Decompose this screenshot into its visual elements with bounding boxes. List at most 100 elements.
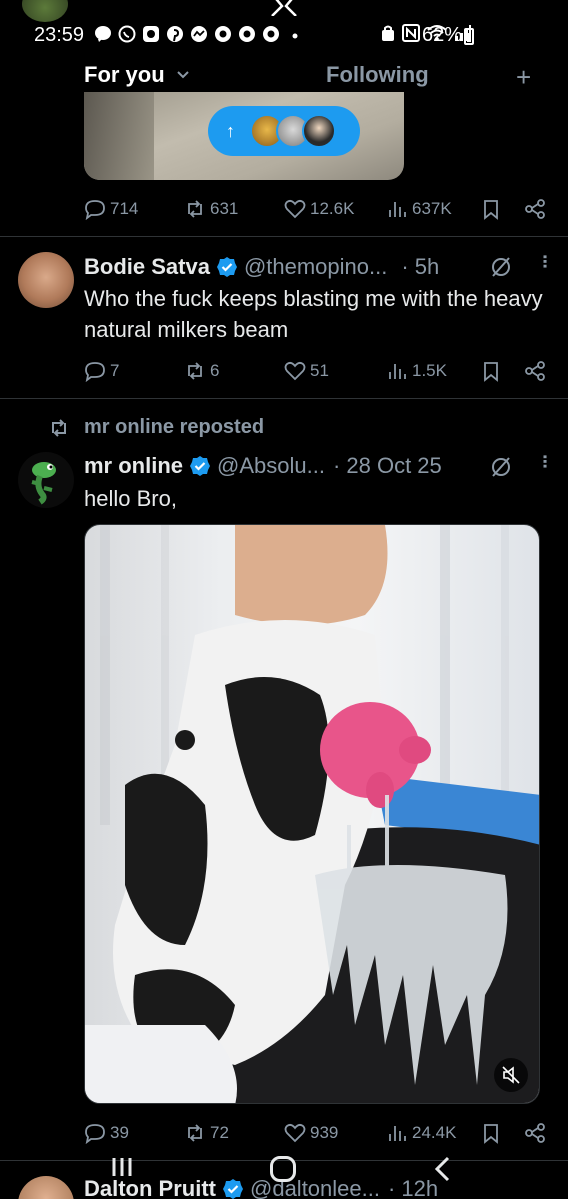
- mute-button[interactable]: [494, 1058, 528, 1092]
- repost-icon: [188, 200, 202, 218]
- bookmark-button[interactable]: [480, 194, 502, 224]
- reply-button[interactable]: 7: [84, 356, 119, 386]
- more-options-icon[interactable]: ···: [532, 454, 555, 468]
- signal-icon: [142, 24, 160, 44]
- heart-icon: [284, 199, 306, 219]
- messenger-icon: [94, 24, 112, 44]
- heart-icon: [284, 1123, 306, 1143]
- views-icon: [389, 364, 406, 379]
- recent-apps-icon[interactable]: [110, 1156, 134, 1178]
- heart-icon: [284, 361, 306, 381]
- c-app-icon: [214, 24, 232, 44]
- author-handle[interactable]: @themopino...: [244, 254, 387, 280]
- reply-button[interactable]: 714: [84, 194, 138, 224]
- video-frame: [85, 525, 539, 1103]
- profile-avatar-partial[interactable]: [22, 0, 68, 22]
- verified-badge-icon: [216, 257, 237, 277]
- post-text: hello Bro,: [84, 486, 177, 511]
- tab-for-you[interactable]: For you: [84, 62, 165, 88]
- reply-icon: [85, 200, 105, 220]
- whatsapp-icon: [118, 24, 136, 44]
- speaker-muted-icon: [502, 1066, 520, 1084]
- repost-indicator[interactable]: mr online reposted: [48, 416, 264, 439]
- bookmark-button[interactable]: [480, 356, 502, 386]
- repost-icon: [52, 418, 66, 437]
- views-button[interactable]: 637K: [386, 194, 452, 224]
- nfc-icon: [402, 24, 420, 47]
- view-count: 637K: [412, 199, 452, 218]
- repost-count: 72: [210, 1123, 229, 1142]
- author-handle[interactable]: @Absolu...: [217, 453, 325, 479]
- reply-button[interactable]: 39: [84, 1118, 129, 1148]
- share-button[interactable]: [524, 194, 546, 224]
- post-time[interactable]: · 5h: [401, 254, 439, 280]
- post-text: Who the fuck keeps blasting me with the …: [84, 286, 543, 342]
- reply-icon: [85, 1124, 105, 1144]
- battery-percent: 62%: [422, 24, 463, 46]
- like-button[interactable]: 12.6K: [284, 194, 354, 224]
- system-nav-bar: [0, 1150, 568, 1199]
- reply-count: 7: [110, 361, 120, 380]
- view-count: 1.5K: [412, 361, 447, 380]
- author-name[interactable]: Bodie Satva: [84, 254, 210, 280]
- grok-icon[interactable]: [490, 456, 512, 478]
- like-button[interactable]: 51: [284, 356, 329, 386]
- repost-count: 6: [210, 361, 220, 380]
- repost-button[interactable]: 6: [184, 356, 219, 386]
- avatar[interactable]: [18, 252, 74, 308]
- views-button[interactable]: 24.4K: [386, 1118, 456, 1148]
- avatar[interactable]: [18, 452, 74, 508]
- share-button[interactable]: [524, 1118, 546, 1148]
- post-actions: 714 631 12.6K 637K: [84, 194, 554, 224]
- post-header: Bodie Satva @themopino... · 5h: [84, 254, 439, 280]
- divider: [0, 236, 568, 237]
- notification-icons: [94, 24, 304, 44]
- post-time[interactable]: · 28 Oct 25: [333, 453, 442, 479]
- tab-following[interactable]: Following: [326, 62, 429, 88]
- post-header: mr online @Absolu... · 28 Oct 25: [84, 453, 442, 479]
- c-app-icon: [262, 24, 280, 44]
- timeline-tabs: For you Following +: [0, 56, 568, 96]
- views-button[interactable]: 1.5K: [386, 356, 447, 386]
- like-count: 51: [310, 361, 329, 380]
- verified-badge-icon: [190, 456, 211, 476]
- divider: [0, 398, 568, 399]
- more-options-icon[interactable]: ···: [532, 254, 555, 268]
- dot-icon: [286, 24, 304, 44]
- post-video[interactable]: [84, 524, 540, 1104]
- back-icon[interactable]: [432, 1156, 454, 1182]
- repost-button[interactable]: 72: [184, 1118, 229, 1148]
- reply-count: 39: [110, 1123, 129, 1142]
- share-icon: [525, 361, 545, 381]
- like-count: 939: [310, 1123, 339, 1142]
- avatar: [302, 114, 336, 148]
- chevron-down-icon[interactable]: [176, 68, 190, 82]
- like-button[interactable]: 939: [284, 1118, 338, 1148]
- arrow-up-icon: ↑: [226, 120, 235, 141]
- post-actions: 39 72 939 24.4K: [84, 1118, 554, 1148]
- pinterest-icon: [166, 24, 184, 44]
- reply-count: 714: [110, 199, 139, 218]
- x-logo-icon: [271, 0, 297, 16]
- repost-label: mr online reposted: [84, 416, 265, 438]
- share-icon: [525, 199, 545, 219]
- views-icon: [389, 202, 406, 217]
- add-tab-button[interactable]: +: [516, 62, 531, 93]
- bookmark-button[interactable]: [480, 1118, 502, 1148]
- views-icon: [389, 1126, 406, 1141]
- messenger-icon: [190, 24, 208, 44]
- repost-count: 631: [210, 199, 239, 218]
- share-button[interactable]: [524, 356, 546, 386]
- alarm-icon: [380, 24, 396, 47]
- view-count: 24.4K: [412, 1123, 457, 1142]
- home-button[interactable]: [270, 1156, 296, 1182]
- gecko-icon: [31, 462, 56, 505]
- new-posts-pill[interactable]: ↑: [208, 106, 360, 156]
- c-app-icon: [238, 24, 256, 44]
- reply-icon: [85, 362, 105, 382]
- bookmark-icon: [484, 1124, 498, 1144]
- author-name[interactable]: mr online: [84, 453, 183, 479]
- grok-icon[interactable]: [490, 256, 512, 278]
- post-actions: 7 6 51 1.5K: [84, 356, 554, 386]
- repost-button[interactable]: 631: [184, 194, 238, 224]
